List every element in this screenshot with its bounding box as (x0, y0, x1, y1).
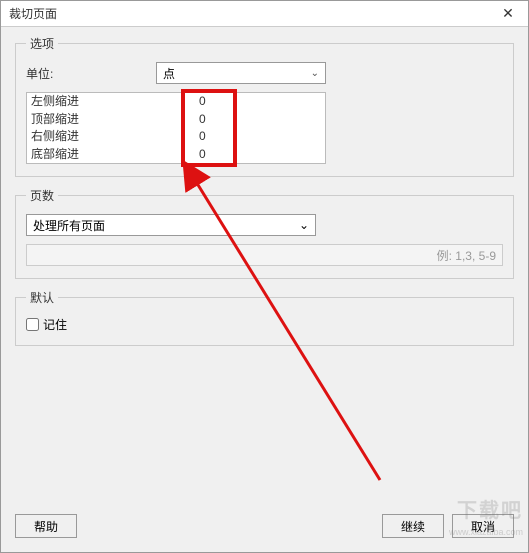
close-button[interactable]: ✕ (488, 1, 528, 27)
value-right-indent: 0 (199, 128, 206, 145)
fieldset-defaults: 默认 记住 (15, 289, 514, 346)
remember-checkbox-row[interactable]: 记住 (26, 316, 503, 333)
titlebar: 裁切页面 ✕ (1, 1, 528, 27)
window-title: 裁切页面 (9, 5, 57, 22)
dialog-footer: 帮助 继续 取消 (1, 514, 528, 552)
legend-defaults: 默认 (26, 289, 58, 306)
remember-checkbox[interactable] (26, 318, 39, 331)
value-bottom-indent: 0 (199, 146, 206, 163)
fieldset-options: 选项 单位: 点 ⌄ 左侧缩进 顶部缩进 右侧缩进 底部缩进 0 0 (15, 35, 514, 177)
continue-button[interactable]: 继续 (382, 514, 444, 538)
close-icon: ✕ (502, 5, 514, 22)
cancel-button[interactable]: 取消 (452, 514, 514, 538)
chevron-down-icon: ⌄ (311, 68, 319, 79)
remember-label: 记住 (43, 316, 67, 333)
dialog-body: 选项 单位: 点 ⌄ 左侧缩进 顶部缩进 右侧缩进 底部缩进 0 0 (1, 27, 528, 514)
pages-select[interactable]: 处理所有页面 ⌄ (26, 214, 316, 236)
dialog-crop-page: 裁切页面 ✕ 选项 单位: 点 ⌄ 左侧缩进 顶部缩进 右侧缩进 底部缩进 (0, 0, 529, 553)
unit-select-value: 点 (163, 65, 175, 82)
indent-values-col: 0 0 0 0 (177, 93, 237, 163)
legend-pages: 页数 (26, 187, 58, 204)
help-button[interactable]: 帮助 (15, 514, 77, 538)
label-bottom-indent: 底部缩进 (31, 146, 177, 163)
row-unit: 单位: 点 ⌄ (26, 62, 503, 84)
indent-listbox[interactable]: 左侧缩进 顶部缩进 右侧缩进 底部缩进 0 0 0 0 (26, 92, 326, 164)
chevron-down-icon: ⌄ (299, 218, 309, 232)
pages-select-value: 处理所有页面 (33, 217, 105, 234)
pages-range-input: 例: 1,3, 5-9 (26, 244, 503, 266)
value-left-indent: 0 (199, 93, 206, 110)
footer-right: 继续 取消 (382, 514, 514, 538)
label-right-indent: 右侧缩进 (31, 128, 177, 145)
label-top-indent: 顶部缩进 (31, 111, 177, 128)
legend-options: 选项 (26, 35, 58, 52)
indent-labels-col: 左侧缩进 顶部缩进 右侧缩进 底部缩进 (27, 93, 177, 163)
fieldset-pages: 页数 处理所有页面 ⌄ 例: 1,3, 5-9 (15, 187, 514, 279)
label-unit: 单位: (26, 65, 156, 82)
unit-select[interactable]: 点 ⌄ (156, 62, 326, 84)
label-left-indent: 左侧缩进 (31, 93, 177, 110)
value-top-indent: 0 (199, 111, 206, 128)
